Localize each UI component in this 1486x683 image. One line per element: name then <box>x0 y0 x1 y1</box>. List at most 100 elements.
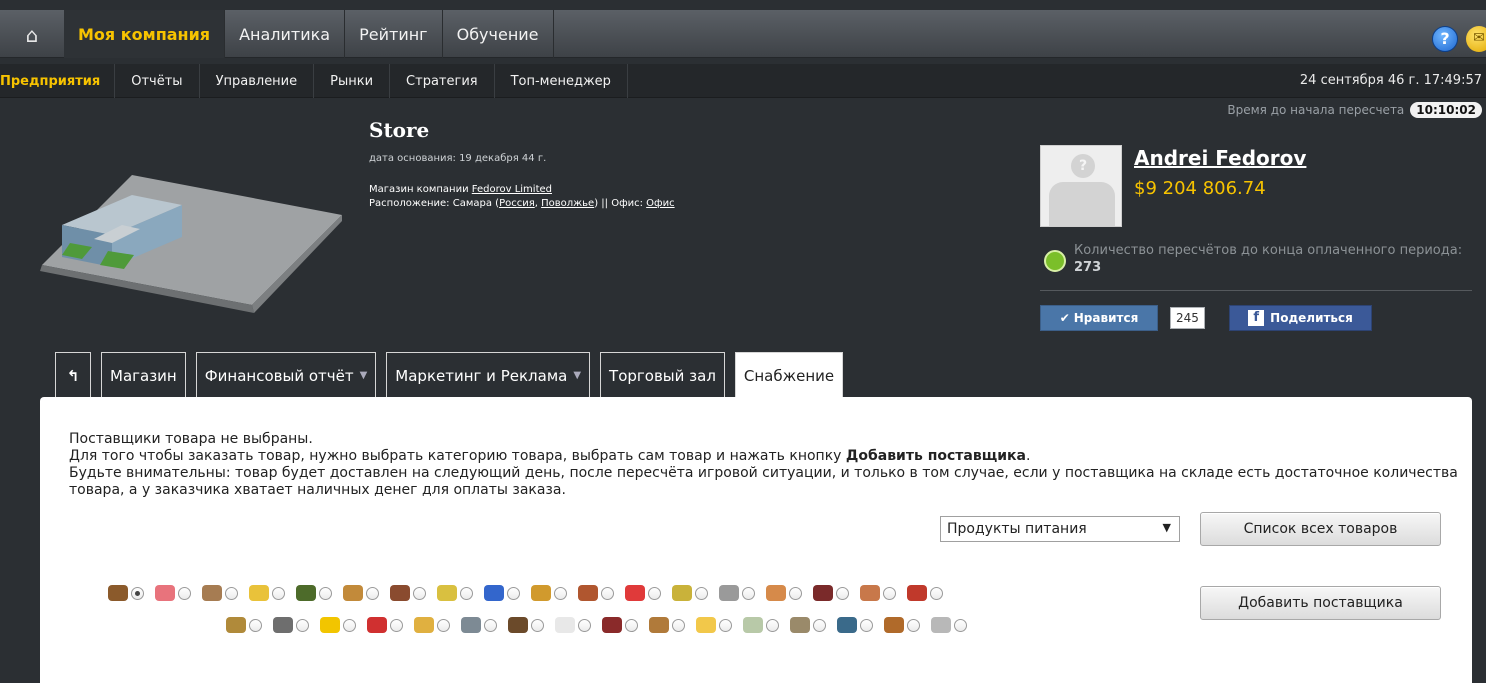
tab-marketing[interactable]: Маркетинг и Реклама ▼ <box>386 352 591 398</box>
product-option[interactable] <box>461 617 497 633</box>
product-radio[interactable] <box>813 618 826 632</box>
product-radio[interactable] <box>319 586 332 600</box>
product-option[interactable] <box>484 585 520 601</box>
office-prefix: ) || Офис: <box>594 198 647 209</box>
product-radio[interactable] <box>601 586 614 600</box>
product-radio[interactable] <box>672 618 685 632</box>
region-link[interactable]: Поволжье <box>541 198 594 209</box>
country-link[interactable]: Россия <box>499 198 535 209</box>
product-option[interactable] <box>696 617 732 633</box>
product-option[interactable] <box>625 585 661 601</box>
product-radio[interactable] <box>507 586 520 600</box>
product-option[interactable] <box>837 617 873 633</box>
product-radio[interactable] <box>390 618 403 632</box>
product-radio[interactable] <box>883 586 896 600</box>
category-select[interactable]: Продукты питания ▼ <box>940 516 1180 542</box>
product-option[interactable] <box>437 585 473 601</box>
product-radio[interactable] <box>719 618 732 632</box>
product-option[interactable] <box>578 585 614 601</box>
avatar[interactable]: ? <box>1040 145 1122 227</box>
product-option[interactable] <box>860 585 896 601</box>
tab-back[interactable]: ↰ <box>55 352 91 398</box>
product-radio[interactable] <box>789 586 802 600</box>
subnav-top-manager[interactable]: Топ-менеджер <box>495 64 628 98</box>
like-button[interactable]: ✔ Нравится <box>1040 305 1158 331</box>
product-option[interactable] <box>390 585 426 601</box>
product-option[interactable] <box>719 585 755 601</box>
product-radio[interactable] <box>366 586 379 600</box>
product-option[interactable] <box>743 617 779 633</box>
owner-company-link[interactable]: Fedorov Limited <box>472 184 552 195</box>
product-option[interactable] <box>343 585 379 601</box>
product-option[interactable] <box>602 617 638 633</box>
office-link[interactable]: Офис <box>646 198 674 209</box>
product-radio[interactable] <box>437 618 450 632</box>
product-option[interactable] <box>202 585 238 601</box>
subnav-enterprises[interactable]: Предприятия <box>0 64 116 98</box>
product-option[interactable] <box>907 585 943 601</box>
product-radio[interactable] <box>766 618 779 632</box>
topnav-rating[interactable]: Рейтинг <box>345 10 443 58</box>
tab-financial-report[interactable]: Финансовый отчёт ▼ <box>195 352 377 398</box>
product-radio[interactable] <box>225 586 238 600</box>
product-option[interactable] <box>249 585 285 601</box>
add-supplier-button[interactable]: Добавить поставщика <box>1200 586 1441 620</box>
product-radio[interactable] <box>954 618 967 632</box>
product-option[interactable] <box>320 617 356 633</box>
product-radio[interactable] <box>578 618 591 632</box>
product-radio[interactable] <box>907 618 920 632</box>
home-icon[interactable]: ⌂ <box>18 24 46 48</box>
product-radio[interactable] <box>484 618 497 632</box>
product-radio[interactable] <box>625 618 638 632</box>
product-radio[interactable] <box>930 586 943 600</box>
product-radio[interactable] <box>460 586 473 600</box>
subnav-markets[interactable]: Рынки <box>314 64 391 98</box>
product-radio[interactable] <box>296 618 309 632</box>
subnav-management[interactable]: Управление <box>200 64 315 98</box>
product-option[interactable] <box>555 617 591 633</box>
topnav-my-company[interactable]: Моя компания <box>64 10 226 58</box>
product-option[interactable] <box>931 617 967 633</box>
product-option[interactable] <box>108 585 144 601</box>
player-name-link[interactable]: Andrei Fedorov <box>1134 146 1306 170</box>
product-radio[interactable] <box>695 586 708 600</box>
share-button[interactable]: f Поделиться <box>1229 305 1372 331</box>
product-option[interactable] <box>155 585 191 601</box>
product-option[interactable] <box>766 585 802 601</box>
product-option[interactable] <box>367 617 403 633</box>
tab-supply[interactable]: Снабжение <box>734 352 844 398</box>
chevron-down-icon: ▼ <box>573 370 582 381</box>
product-option[interactable] <box>508 617 544 633</box>
tab-store[interactable]: Магазин <box>101 352 186 398</box>
product-option[interactable] <box>296 585 332 601</box>
product-radio[interactable] <box>648 586 661 600</box>
subnav-strategy[interactable]: Стратегия <box>390 64 495 98</box>
product-option[interactable] <box>672 585 708 601</box>
product-option[interactable] <box>649 617 685 633</box>
topnav-analytics[interactable]: Аналитика <box>225 10 346 58</box>
product-option[interactable] <box>884 617 920 633</box>
product-radio[interactable] <box>249 618 262 632</box>
product-radio[interactable] <box>131 586 144 600</box>
product-option[interactable] <box>813 585 849 601</box>
product-option[interactable] <box>790 617 826 633</box>
product-radio[interactable] <box>272 586 285 600</box>
all-products-button[interactable]: Список всех товаров <box>1200 512 1441 546</box>
product-radio[interactable] <box>531 618 544 632</box>
product-option[interactable] <box>226 617 262 633</box>
mail-icon[interactable]: ✉ <box>1466 26 1486 52</box>
product-radio[interactable] <box>343 618 356 632</box>
product-radio[interactable] <box>742 586 755 600</box>
product-radio[interactable] <box>860 618 873 632</box>
tab-trading-hall[interactable]: Торговый зал <box>600 352 725 398</box>
product-option[interactable] <box>273 617 309 633</box>
product-radio[interactable] <box>554 586 567 600</box>
product-option[interactable] <box>531 585 567 601</box>
subnav-reports[interactable]: Отчёты <box>115 64 200 98</box>
product-radio[interactable] <box>178 586 191 600</box>
product-option[interactable] <box>414 617 450 633</box>
help-icon[interactable]: ? <box>1432 26 1458 52</box>
topnav-learning[interactable]: Обучение <box>443 10 554 58</box>
product-radio[interactable] <box>836 586 849 600</box>
product-radio[interactable] <box>413 586 426 600</box>
